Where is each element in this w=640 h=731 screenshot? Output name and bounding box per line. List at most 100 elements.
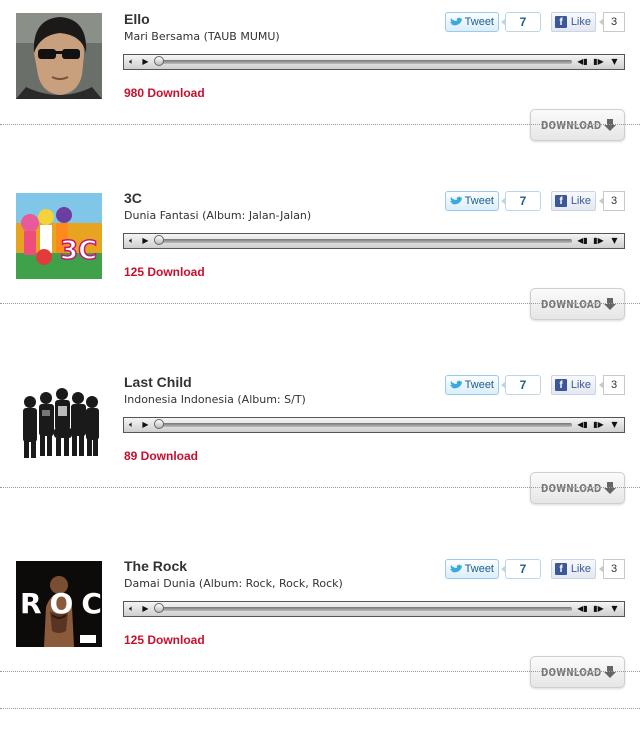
like-button[interactable]: f Like — [551, 191, 596, 211]
speaker-icon[interactable]: 🔈︎ — [126, 56, 137, 68]
song-title: Dunia Fantasi (Album: Jalan-Jalan) — [124, 209, 312, 222]
album-cover[interactable]: ROCK — [16, 561, 102, 647]
speaker-icon[interactable]: 🔈︎ — [126, 419, 137, 431]
tweet-label: Tweet — [464, 563, 494, 575]
seek-handle[interactable] — [154, 419, 164, 429]
download-button[interactable]: DOWNLOAD — [530, 109, 625, 141]
play-icon[interactable]: ▶ — [140, 235, 151, 247]
next-icon[interactable]: ▮▶ — [593, 419, 604, 431]
download-button[interactable]: DOWNLOAD — [530, 288, 625, 320]
album-cover[interactable]: 3C — [16, 193, 102, 279]
tweet-count: 7 — [501, 191, 541, 211]
artist-name[interactable]: The Rock — [124, 558, 187, 574]
previous-icon[interactable]: ◀▮ — [577, 56, 588, 68]
play-icon[interactable]: ▶ — [140, 56, 151, 68]
download-count: 980 Download — [124, 86, 205, 100]
twitter-bird-icon — [450, 196, 462, 205]
twitter-bird-icon — [450, 564, 462, 573]
next-icon[interactable]: ▮▶ — [593, 235, 604, 247]
speaker-icon[interactable]: 🔈︎ — [126, 235, 137, 247]
dropdown-icon[interactable]: ▼ — [609, 603, 620, 615]
download-arrow-icon — [604, 666, 616, 678]
like-button[interactable]: f Like — [551, 559, 596, 579]
twitter-bird-icon — [450, 17, 462, 26]
tweet-label: Tweet — [464, 379, 494, 391]
play-icon[interactable]: ▶ — [140, 603, 151, 615]
song-item: 3C 3C Dunia Fantasi (Album: Jalan-Jalan)… — [0, 179, 640, 363]
facebook-icon: f — [555, 379, 567, 391]
tweet-button[interactable]: Tweet — [445, 559, 499, 579]
facebook-icon: f — [555, 563, 567, 575]
song-title: Mari Bersama (TAUB MUMU) — [124, 30, 280, 43]
download-arrow-icon — [604, 482, 616, 494]
like-button[interactable]: f Like — [551, 12, 596, 32]
seek-bar[interactable] — [158, 423, 572, 427]
song-title: Indonesia Indonesia (Album: S/T) — [124, 393, 306, 406]
like-label: Like — [570, 379, 591, 391]
like-count: 3 — [599, 191, 625, 211]
previous-icon[interactable]: ◀▮ — [577, 419, 588, 431]
cover-text: ROCK — [20, 587, 102, 620]
seek-handle[interactable] — [154, 235, 164, 245]
seek-bar[interactable] — [158, 239, 572, 243]
song-item: Ello Mari Bersama (TAUB MUMU) 🔈︎ ▶ ◀▮ ▮▶… — [0, 0, 640, 184]
song-title: Damai Dunia (Album: Rock, Rock, Rock) — [124, 577, 343, 590]
download-arrow-icon — [604, 298, 616, 310]
like-button[interactable]: f Like — [551, 375, 596, 395]
next-icon[interactable]: ▮▶ — [593, 603, 604, 615]
tweet-button[interactable]: Tweet — [445, 191, 499, 211]
artist-photo[interactable] — [16, 376, 102, 462]
tweet-count: 7 — [501, 12, 541, 32]
seek-handle[interactable] — [154, 603, 164, 613]
like-count: 3 — [599, 559, 625, 579]
download-label: DOWNLOAD — [541, 666, 602, 679]
seek-handle[interactable] — [154, 56, 164, 66]
twitter-bird-icon — [450, 380, 462, 389]
speaker-icon[interactable]: 🔈︎ — [126, 603, 137, 615]
dropdown-icon[interactable]: ▼ — [609, 419, 620, 431]
tweet-count: 7 — [501, 375, 541, 395]
tweet-button[interactable]: Tweet — [445, 375, 499, 395]
artist-name[interactable]: 3C — [124, 190, 142, 206]
download-label: DOWNLOAD — [541, 119, 602, 132]
seek-bar[interactable] — [158, 60, 572, 64]
artist-name[interactable]: Ello — [124, 11, 150, 27]
song-item: Last Child Indonesia Indonesia (Album: S… — [0, 363, 640, 547]
facebook-icon: f — [555, 16, 567, 28]
like-label: Like — [570, 563, 591, 575]
previous-icon[interactable]: ◀▮ — [577, 603, 588, 615]
download-button[interactable]: DOWNLOAD — [530, 656, 625, 688]
tweet-button[interactable]: Tweet — [445, 12, 499, 32]
download-count: 125 Download — [124, 265, 205, 279]
audio-player[interactable]: 🔈︎ ▶ ◀▮ ▮▶ ▼ — [123, 54, 625, 70]
audio-player[interactable]: 🔈︎ ▶ ◀▮ ▮▶ ▼ — [123, 233, 625, 249]
divider — [0, 303, 640, 304]
like-count: 3 — [599, 375, 625, 395]
download-count: 125 Download — [124, 633, 205, 647]
facebook-icon: f — [555, 195, 567, 207]
artist-name[interactable]: Last Child — [124, 374, 192, 390]
download-arrow-icon — [604, 119, 616, 131]
download-button[interactable]: DOWNLOAD — [530, 472, 625, 504]
seek-bar[interactable] — [158, 607, 572, 611]
divider — [0, 671, 640, 672]
cover-text: 3C — [60, 236, 97, 266]
download-count: 89 Download — [124, 449, 199, 463]
dropdown-icon[interactable]: ▼ — [609, 235, 620, 247]
divider — [0, 124, 640, 125]
next-icon[interactable]: ▮▶ — [593, 56, 604, 68]
tweet-label: Tweet — [464, 195, 494, 207]
like-label: Like — [570, 16, 591, 28]
audio-player[interactable]: 🔈︎ ▶ ◀▮ ▮▶ ▼ — [123, 417, 625, 433]
dropdown-icon[interactable]: ▼ — [609, 56, 620, 68]
tweet-label: Tweet — [464, 16, 494, 28]
divider — [0, 487, 640, 488]
previous-icon[interactable]: ◀▮ — [577, 235, 588, 247]
audio-player[interactable]: 🔈︎ ▶ ◀▮ ▮▶ ▼ — [123, 601, 625, 617]
artist-photo[interactable] — [16, 13, 102, 99]
like-count: 3 — [599, 12, 625, 32]
like-label: Like — [570, 195, 591, 207]
play-icon[interactable]: ▶ — [140, 419, 151, 431]
download-label: DOWNLOAD — [541, 482, 602, 495]
download-label: DOWNLOAD — [541, 298, 602, 311]
